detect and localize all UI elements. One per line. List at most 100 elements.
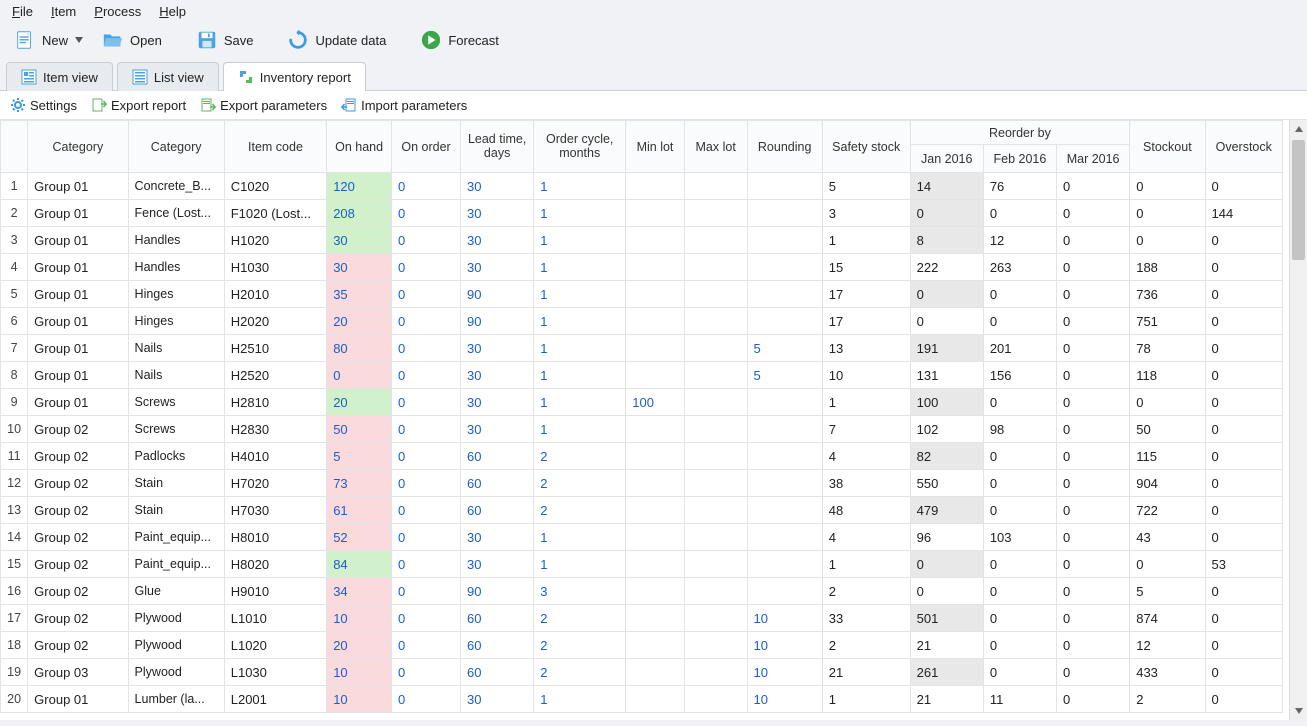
import-parameters-button[interactable]: Import parameters (341, 97, 467, 113)
cell[interactable] (684, 497, 747, 524)
cell[interactable]: L1030 (224, 659, 326, 686)
cell[interactable]: Concrete_B... (128, 173, 224, 200)
cell[interactable] (626, 605, 685, 632)
cell[interactable] (626, 551, 685, 578)
cell[interactable]: 0 (910, 578, 983, 605)
cell[interactable]: 0 (1057, 254, 1130, 281)
cell[interactable]: 1 (534, 335, 626, 362)
cell[interactable] (684, 632, 747, 659)
cell[interactable]: 0 (1057, 362, 1130, 389)
cell[interactable] (684, 308, 747, 335)
cell[interactable]: 0 (392, 416, 461, 443)
table-row[interactable]: 4Group 01HandlesH10303003011522226301880 (1, 254, 1283, 281)
cell[interactable]: 82 (910, 443, 983, 470)
cell[interactable]: L2001 (224, 686, 326, 713)
cell[interactable]: 0 (1057, 551, 1130, 578)
cell[interactable]: 1 (534, 362, 626, 389)
table-row[interactable]: 7Group 01NailsH25108003015131912010780 (1, 335, 1283, 362)
cell[interactable]: 52 (327, 524, 392, 551)
table-row[interactable]: 18Group 02PlywoodL10202006021022100120 (1, 632, 1283, 659)
cell[interactable]: 0 (1205, 389, 1283, 416)
cell[interactable]: 0 (1057, 389, 1130, 416)
cell[interactable]: 6 (1, 308, 28, 335)
cell[interactable] (684, 200, 747, 227)
cell[interactable]: 30 (327, 227, 392, 254)
col-stockout[interactable]: Stockout (1130, 121, 1205, 173)
cell[interactable]: 12 (1, 470, 28, 497)
cell[interactable]: 7 (1, 335, 28, 362)
cell[interactable]: 0 (1205, 659, 1283, 686)
menu-item[interactable]: Item (51, 4, 76, 19)
scroll-up-icon[interactable] (1290, 120, 1307, 138)
cell[interactable]: 0 (1205, 335, 1283, 362)
cell[interactable]: 11 (1, 443, 28, 470)
cell[interactable]: 1 (534, 524, 626, 551)
cell[interactable] (684, 416, 747, 443)
open-button[interactable]: Open (96, 27, 168, 53)
table-row[interactable]: 10Group 02ScrewsH28305003017102980500 (1, 416, 1283, 443)
cell[interactable]: Group 02 (28, 416, 128, 443)
cell[interactable]: 2 (534, 605, 626, 632)
cell[interactable]: 90 (461, 281, 534, 308)
cell[interactable]: 0 (1205, 227, 1283, 254)
cell[interactable]: 60 (461, 470, 534, 497)
cell[interactable]: H4010 (224, 443, 326, 470)
cell[interactable]: Padlocks (128, 443, 224, 470)
cell[interactable]: 208 (327, 200, 392, 227)
new-button[interactable]: New (8, 27, 90, 53)
cell[interactable]: 0 (1205, 362, 1283, 389)
table-row[interactable]: 6Group 01HingesH2020200901170007510 (1, 308, 1283, 335)
menu-help[interactable]: Help (159, 4, 186, 19)
cell[interactable] (747, 389, 822, 416)
table-row[interactable]: 5Group 01HingesH2010350901170007360 (1, 281, 1283, 308)
cell[interactable] (684, 524, 747, 551)
cell[interactable] (626, 470, 685, 497)
cell[interactable] (747, 443, 822, 470)
cell[interactable] (684, 227, 747, 254)
cell[interactable] (684, 335, 747, 362)
cell[interactable]: 433 (1130, 659, 1205, 686)
cell[interactable]: 21 (822, 659, 910, 686)
cell[interactable]: 60 (461, 632, 534, 659)
table-row[interactable]: 2Group 01Fence (Lost...F1020 (Lost...208… (1, 200, 1283, 227)
cell[interactable]: 90 (461, 308, 534, 335)
cell[interactable]: Plywood (128, 632, 224, 659)
cell[interactable]: 18 (1, 632, 28, 659)
cell[interactable]: 15 (1, 551, 28, 578)
cell[interactable]: 201 (983, 335, 1056, 362)
cell[interactable]: 722 (1130, 497, 1205, 524)
cell[interactable]: 0 (392, 497, 461, 524)
cell[interactable]: 100 (626, 389, 685, 416)
cell[interactable]: 5 (1, 281, 28, 308)
cell[interactable] (626, 308, 685, 335)
settings-button[interactable]: Settings (10, 97, 77, 113)
cell[interactable] (626, 443, 685, 470)
cell[interactable]: 0 (1130, 173, 1205, 200)
cell[interactable]: 0 (1057, 416, 1130, 443)
cell[interactable]: 0 (983, 551, 1056, 578)
cell[interactable]: 0 (1130, 200, 1205, 227)
cell[interactable]: 0 (1205, 443, 1283, 470)
cell[interactable]: 78 (1130, 335, 1205, 362)
cell[interactable]: 0 (392, 659, 461, 686)
table-row[interactable]: 17Group 02PlywoodL1010100602103350100874… (1, 605, 1283, 632)
cell[interactable]: 60 (461, 605, 534, 632)
cell[interactable]: Paint_equip... (128, 551, 224, 578)
cell[interactable]: 0 (983, 281, 1056, 308)
cell[interactable]: 103 (983, 524, 1056, 551)
cell[interactable]: Group 02 (28, 497, 128, 524)
cell[interactable]: 188 (1130, 254, 1205, 281)
cell[interactable]: 0 (1130, 227, 1205, 254)
cell[interactable] (684, 659, 747, 686)
cell[interactable]: 263 (983, 254, 1056, 281)
cell[interactable]: 10 (1, 416, 28, 443)
cell[interactable] (747, 578, 822, 605)
cell[interactable] (626, 335, 685, 362)
cell[interactable] (684, 362, 747, 389)
cell[interactable]: 98 (983, 416, 1056, 443)
cell[interactable]: 14 (1, 524, 28, 551)
cell[interactable]: 20 (327, 632, 392, 659)
cell[interactable] (626, 524, 685, 551)
cell[interactable]: 1 (534, 281, 626, 308)
cell[interactable]: 904 (1130, 470, 1205, 497)
